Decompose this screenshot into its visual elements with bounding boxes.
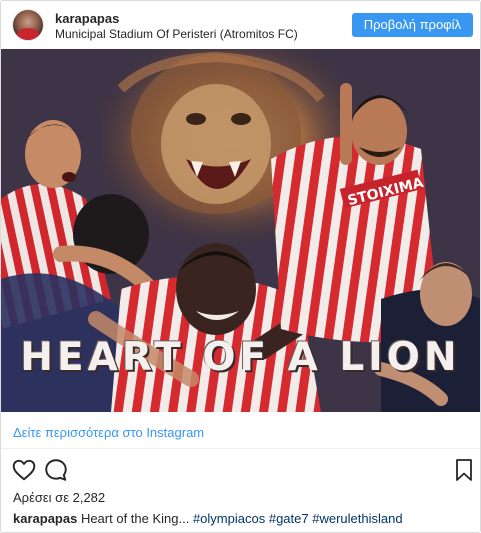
caption-username[interactable]: karapapas [13,511,77,526]
view-profile-button[interactable]: Προβολή προφίλ [351,13,473,37]
hashtag-link[interactable]: #olympiacos [193,511,265,526]
post-caption: karapapas Heart of the King... #olympiac… [13,511,403,526]
see-more-bar: Δείτε περισσότερα στο Instagram [1,412,480,449]
hashtag-link[interactable]: #gate7 [269,511,309,526]
avatar[interactable] [13,10,43,40]
comment-icon[interactable] [43,457,69,483]
heart-icon[interactable] [11,457,37,483]
instagram-embed: karapapas Municipal Stadium Of Peristeri… [0,0,481,533]
like-count[interactable]: Αρέσει σε 2,282 [13,490,105,505]
post-image[interactable]: STOIXIMA HEART OF A LION [1,49,480,412]
artwork-banner-text: HEART OF A LION [20,335,461,380]
caption-text: Heart of the King... [77,511,193,526]
username[interactable]: karapapas [55,11,119,26]
bookmark-icon[interactable] [452,457,476,483]
location[interactable]: Municipal Stadium Of Peristeri (Atromito… [55,27,298,41]
post-header: karapapas Municipal Stadium Of Peristeri… [1,1,480,49]
hashtag-link[interactable]: #werulethisland [312,511,402,526]
action-bar [1,451,480,487]
see-more-link[interactable]: Δείτε περισσότερα στο Instagram [13,425,204,440]
